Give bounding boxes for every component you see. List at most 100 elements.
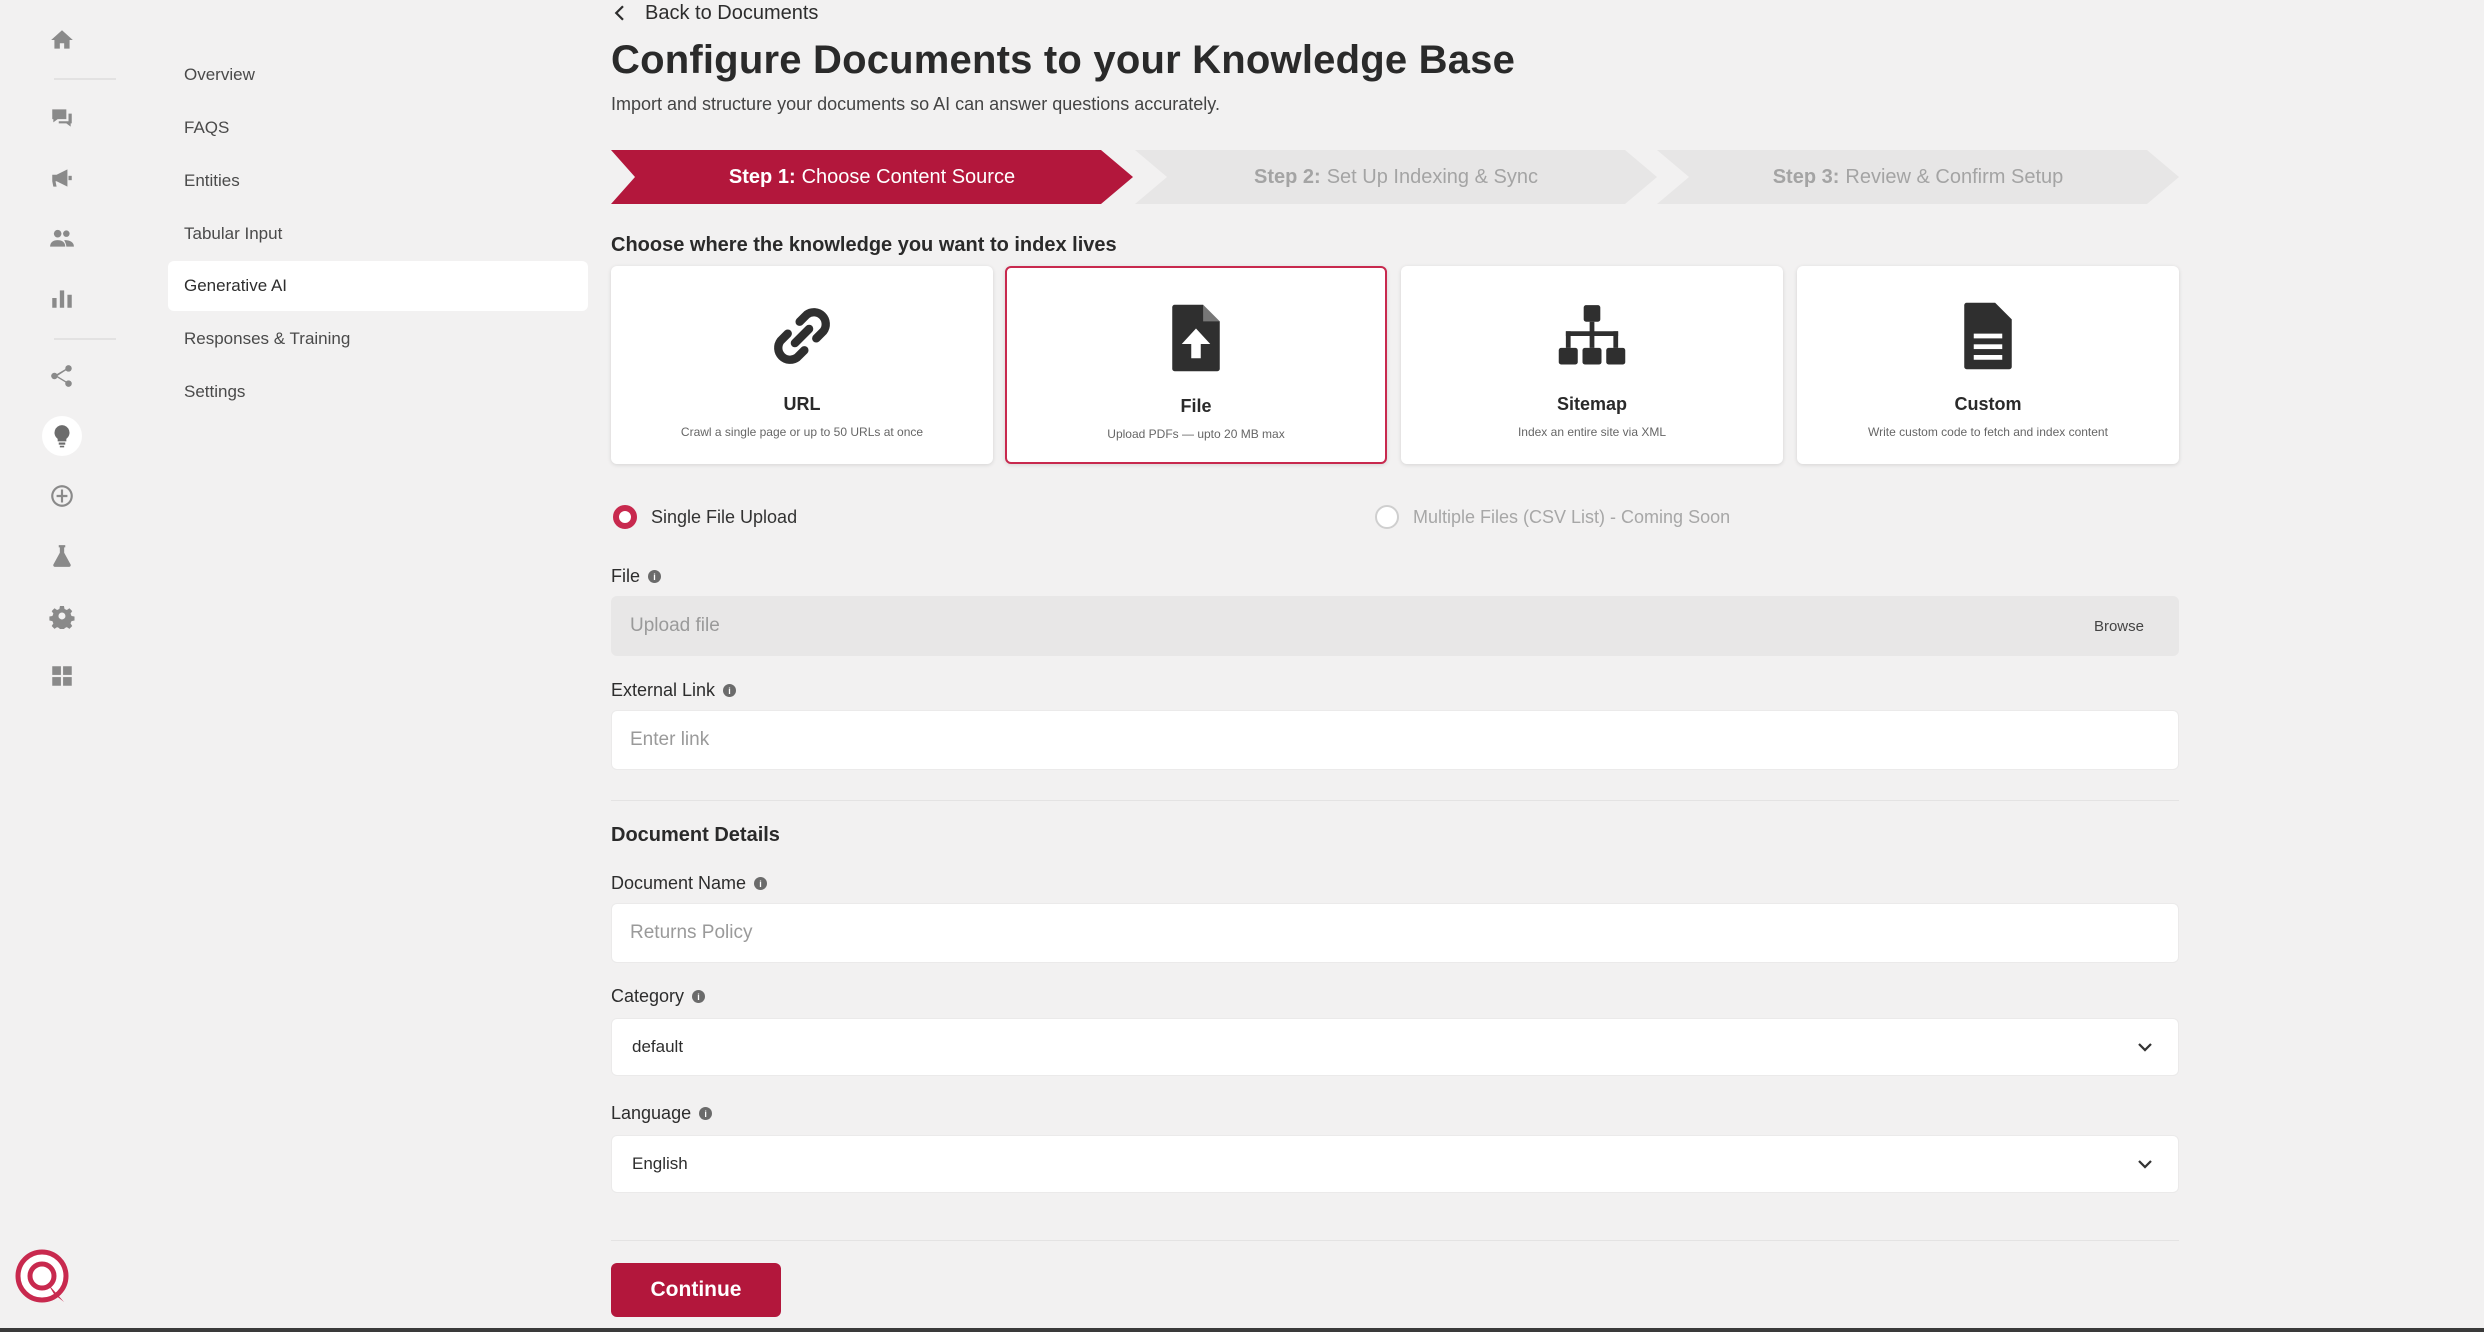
file-label: File i xyxy=(611,566,662,587)
globe-icon[interactable] xyxy=(42,476,82,516)
subnav-item-tabular-input[interactable]: Tabular Input xyxy=(168,209,588,259)
document-name-input[interactable]: Returns Policy xyxy=(611,903,2179,963)
document-details-heading: Document Details xyxy=(611,824,780,846)
sitemap-icon xyxy=(1552,296,1632,376)
external-link-placeholder: Enter link xyxy=(630,729,710,750)
source-card-custom[interactable]: Custom Write custom code to fetch and in… xyxy=(1797,266,2179,464)
step-number: Step 1: xyxy=(728,165,796,188)
subnav-item-responses-training[interactable]: Responses & Training xyxy=(168,314,588,364)
step-3[interactable]: Step 3: Review & Confirm Setup xyxy=(1657,150,2179,204)
source-card-desc: Write custom code to fetch and index con… xyxy=(1868,425,2108,439)
category-select[interactable]: default xyxy=(611,1018,2179,1076)
subnav-item-label: Generative AI xyxy=(184,276,288,295)
step-2[interactable]: Step 2: Set Up Indexing & Sync xyxy=(1135,150,1657,204)
source-cards: URL Crawl a single page or up to 50 URLs… xyxy=(611,266,2181,464)
file-label-text: File xyxy=(611,566,641,586)
back-link-label: Back to Documents xyxy=(645,1,819,24)
subnav-item-settings[interactable]: Settings xyxy=(168,367,588,417)
home-icon[interactable] xyxy=(42,20,82,60)
source-card-desc: Upload PDFs — upto 20 MB max xyxy=(1107,427,1285,441)
main-content: Back to Documents Configure Documents to… xyxy=(611,0,2181,1332)
page-title: Configure Documents to your Knowledge Ba… xyxy=(611,38,1516,82)
source-card-url[interactable]: URL Crawl a single page or up to 50 URLs… xyxy=(611,266,993,464)
external-link-label: External Link i xyxy=(611,680,737,701)
file-upload-placeholder: Upload file xyxy=(630,615,720,636)
source-card-title: File xyxy=(1180,396,1212,416)
step-progress: Step 1: Choose Content Source Step 2: Se… xyxy=(611,150,2181,204)
category-value: default xyxy=(632,1037,684,1056)
source-card-desc: Crawl a single page or up to 50 URLs at … xyxy=(680,425,924,439)
lightbulb-icon[interactable] xyxy=(42,416,82,456)
subnav-item-entities[interactable]: Entities xyxy=(168,156,588,206)
back-link[interactable]: Back to Documents xyxy=(611,0,818,26)
info-icon[interactable]: i xyxy=(699,1107,713,1120)
chevron-left-icon xyxy=(614,5,624,21)
page-subtitle: Import and structure your documents so A… xyxy=(611,94,1220,114)
bottom-edge-bar xyxy=(0,1328,2484,1332)
step-label: Review & Confirm Setup xyxy=(1845,165,2064,188)
step-1[interactable]: Step 1: Choose Content Source xyxy=(611,150,1133,204)
bar-chart-icon[interactable] xyxy=(42,278,82,318)
subnav-item-label: Responses & Training xyxy=(184,329,351,348)
subnav-item-label: Overview xyxy=(184,65,255,84)
document-name-label-text: Document Name xyxy=(611,873,747,893)
subnav-item-overview[interactable]: Overview xyxy=(168,50,588,100)
source-card-desc: Index an entire site via XML xyxy=(1517,425,1667,439)
source-card-file[interactable]: File Upload PDFs — upto 20 MB max xyxy=(1005,266,1387,464)
users-icon[interactable] xyxy=(42,218,82,258)
source-card-title: URL xyxy=(783,394,821,414)
section-divider xyxy=(611,800,2179,801)
source-card-sitemap[interactable]: Sitemap Index an entire site via XML xyxy=(1401,266,1783,464)
document-name-placeholder: Returns Policy xyxy=(630,922,753,943)
grid-icon[interactable] xyxy=(42,656,82,696)
radio-multiple-upload[interactable]: Multiple Files (CSV List) - Coming Soon xyxy=(1375,504,1730,530)
chat-icon[interactable] xyxy=(42,98,82,138)
secondary-nav: Overview FAQS Entities Tabular Input Gen… xyxy=(144,0,592,1332)
icon-rail xyxy=(0,0,124,1332)
step-number: Step 3: xyxy=(1772,165,1840,188)
source-card-title: Sitemap xyxy=(1556,394,1628,414)
info-icon[interactable]: i xyxy=(723,684,737,697)
info-icon[interactable]: i xyxy=(692,990,706,1003)
language-label-text: Language xyxy=(611,1103,692,1123)
subnav-item-label: Settings xyxy=(184,382,246,401)
category-label-text: Category xyxy=(611,986,685,1006)
subnav-item-label: FAQS xyxy=(184,118,230,137)
step-number: Step 2: xyxy=(1254,165,1321,188)
radio-label: Multiple Files (CSV List) - Coming Soon xyxy=(1413,506,1731,527)
category-label: Category i xyxy=(611,986,706,1007)
rail-divider xyxy=(54,78,116,80)
source-card-title: Custom xyxy=(1954,394,2022,414)
radio-label: Single File Upload xyxy=(651,506,798,527)
section-divider xyxy=(611,1240,2179,1241)
info-icon[interactable]: i xyxy=(648,570,662,583)
info-icon[interactable]: i xyxy=(754,877,768,890)
document-name-label: Document Name i xyxy=(611,873,768,894)
subnav-item-generative-ai[interactable]: Generative AI xyxy=(168,261,588,311)
brand-logo[interactable] xyxy=(14,1248,74,1308)
megaphone-icon[interactable] xyxy=(42,158,82,198)
document-icon xyxy=(1948,296,2028,376)
language-value: English xyxy=(632,1154,688,1173)
external-link-label-text: External Link xyxy=(611,680,716,700)
chevron-down-icon xyxy=(2138,1043,2152,1052)
step-label: Choose Content Source xyxy=(801,165,1016,188)
file-upload-field[interactable]: Upload file Browse xyxy=(611,596,2179,656)
browse-button[interactable]: Browse xyxy=(2094,618,2160,635)
subnav-item-faqs[interactable]: FAQS xyxy=(168,103,588,153)
gear-icon[interactable] xyxy=(42,596,82,636)
link-icon xyxy=(762,296,842,376)
chevron-down-icon xyxy=(2138,1160,2152,1169)
source-prompt: Choose where the knowledge you want to i… xyxy=(611,234,1117,256)
language-label: Language i xyxy=(611,1103,713,1124)
radio-indicator-checked[interactable] xyxy=(613,505,637,529)
radio-indicator[interactable] xyxy=(1375,505,1399,529)
flask-icon[interactable] xyxy=(42,536,82,576)
language-select[interactable]: English xyxy=(611,1135,2179,1193)
step-label: Set Up Indexing & Sync xyxy=(1326,165,1538,188)
subnav-item-label: Entities xyxy=(184,171,240,190)
share-icon[interactable] xyxy=(42,356,82,396)
external-link-input[interactable]: Enter link xyxy=(611,710,2179,770)
radio-single-upload[interactable]: Single File Upload xyxy=(613,504,797,530)
continue-button[interactable]: Continue xyxy=(611,1263,781,1317)
